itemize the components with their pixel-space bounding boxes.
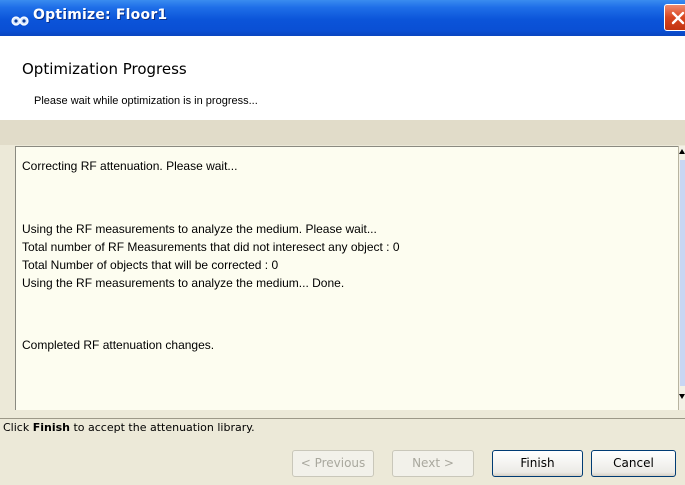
page-title: Optimization Progress xyxy=(22,60,187,78)
wizard-header xyxy=(0,36,685,120)
finish-keyword: Finish xyxy=(32,421,70,434)
log-line: Correcting RF attenuation. Please wait..… xyxy=(22,159,238,173)
page-subtitle: Please wait while optimization is in pro… xyxy=(34,95,258,107)
log-line: Total number of RF Measurements that did… xyxy=(22,240,400,254)
window-title: Optimize: Floor1 xyxy=(33,7,168,23)
close-button[interactable] xyxy=(664,4,685,31)
next-button[interactable]: Next > xyxy=(392,450,474,477)
log-line: Total Number of objects that will be cor… xyxy=(22,258,279,272)
close-icon xyxy=(671,11,685,25)
log-line: Using the RF measurements to analyze the… xyxy=(22,222,377,236)
binoculars-icon xyxy=(11,12,29,26)
cancel-button[interactable]: Cancel xyxy=(591,450,676,477)
log-scrollbar[interactable] xyxy=(678,146,685,410)
previous-button[interactable]: < Previous xyxy=(292,450,374,477)
log-line: Using the RF measurements to analyze the… xyxy=(22,276,345,290)
scroll-down-icon xyxy=(679,394,685,399)
title-bar[interactable]: Optimize: Floor1 xyxy=(0,0,685,36)
scroll-up-icon xyxy=(679,149,685,154)
finish-button[interactable]: Finish xyxy=(492,450,583,477)
separator-band xyxy=(0,120,685,145)
status-text: Click Finish to accept the attenuation l… xyxy=(3,421,255,434)
log-line: Completed RF attenuation changes. xyxy=(22,338,215,352)
progress-log[interactable]: Correcting RF attenuation. Please wait..… xyxy=(15,146,678,410)
